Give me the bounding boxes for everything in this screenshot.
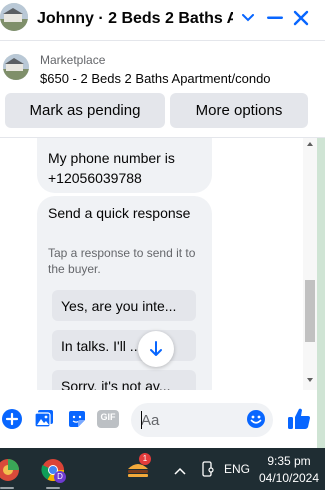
contact-avatar[interactable] [0, 3, 28, 31]
gif-label: GIF [100, 412, 116, 422]
chevron-up-icon[interactable] [174, 462, 186, 478]
clock-date[interactable]: 04/10/2024 [256, 470, 322, 486]
header-divider [0, 40, 325, 41]
scroll-to-bottom-button[interactable] [138, 331, 174, 367]
scrollbar-thumb[interactable] [305, 280, 315, 342]
quick-response-option[interactable]: Sorry, it's not av... [52, 370, 196, 390]
listing-summary[interactable]: $650 - 2 Beds 2 Baths Apartment/condo [40, 71, 271, 86]
phone-link-icon[interactable] [199, 461, 215, 477]
message-text: My phone number is +12056039788 [48, 150, 175, 186]
profile-badge: D [54, 471, 66, 483]
windows-taskbar: D 1 ENG 9:35 pm 04/10/2024 [0, 448, 325, 490]
arrow-down-icon [150, 341, 162, 356]
quick-response-option[interactable]: Yes, are you inte... [52, 290, 196, 321]
active-app-indicator [46, 487, 60, 489]
clock-time[interactable]: 9:35 pm [262, 453, 316, 469]
background-window-edge [317, 138, 325, 448]
chat-header: Johnny · 2 Beds 2 Baths A... [0, 0, 325, 40]
message-bubble: My phone number is +12056039788 [37, 138, 212, 193]
more-options-button[interactable]: More options [170, 93, 308, 128]
chrome-icon[interactable]: D [40, 457, 66, 483]
sticker-icon[interactable] [66, 408, 88, 430]
profile-initial: D [57, 472, 63, 481]
scroll-down-arrow-icon[interactable] [307, 378, 313, 382]
chat-title[interactable]: Johnny · 2 Beds 2 Baths A... [37, 10, 233, 28]
thumbs-up-icon[interactable] [286, 406, 312, 432]
chevron-down-icon[interactable] [237, 6, 259, 30]
text-cursor [141, 411, 142, 429]
notification-badge: 1 [139, 453, 151, 465]
plus-circle-icon[interactable] [1, 408, 23, 430]
notification-count: 1 [142, 454, 148, 463]
scroll-up-arrow-icon[interactable] [307, 142, 313, 146]
gif-icon[interactable]: GIF [97, 408, 119, 430]
emoji-icon[interactable] [246, 409, 266, 429]
photo-icon[interactable] [33, 408, 55, 430]
minimize-icon[interactable] [264, 6, 286, 30]
taskbar-app-icon[interactable] [0, 457, 21, 483]
burger-app-icon[interactable]: 1 [125, 453, 151, 483]
close-icon[interactable] [290, 6, 312, 30]
marketplace-label: Marketplace [40, 53, 106, 67]
quick-response-card: Send a quick response Tap a response to … [37, 196, 212, 390]
language-indicator[interactable]: ENG [224, 462, 250, 476]
listing-thumbnail[interactable] [3, 54, 29, 80]
quick-response-option[interactable]: In talks. I'll ... [52, 330, 196, 361]
message-composer: GIF [0, 395, 317, 445]
quick-response-subtitle: Tap a response to send it to the buyer. [48, 246, 196, 276]
mark-as-pending-button[interactable]: Mark as pending [5, 93, 165, 128]
active-app-indicator [0, 487, 14, 489]
chat-scrollbar[interactable] [303, 138, 317, 390]
quick-response-title: Send a quick response [48, 205, 191, 221]
